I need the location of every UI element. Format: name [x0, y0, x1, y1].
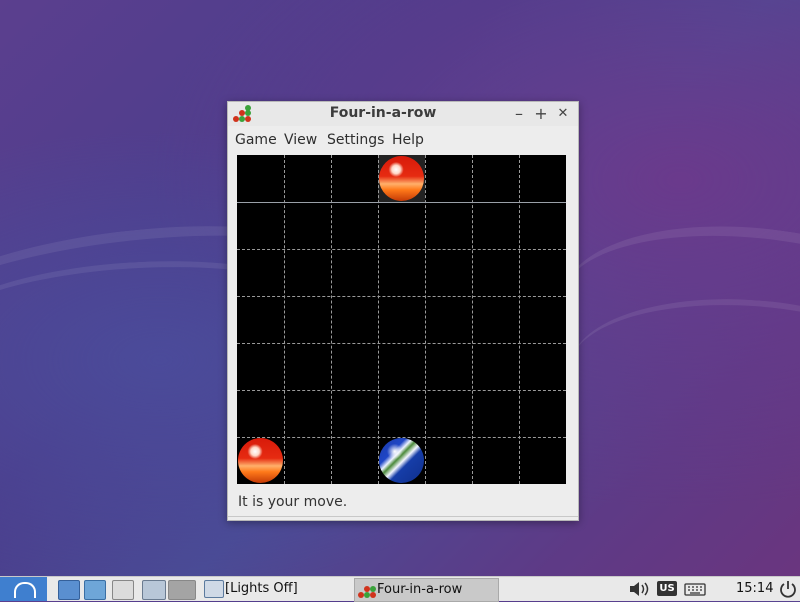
keyboard-icon[interactable] [684, 580, 706, 598]
game-board[interactable] [237, 155, 566, 484]
menu-help[interactable]: Help [392, 132, 424, 148]
menu-view[interactable]: View [284, 132, 317, 148]
file-manager-icon[interactable] [58, 580, 80, 600]
menu-game[interactable]: Game [235, 132, 277, 148]
grid-line-horizontal [237, 202, 566, 203]
red-piece [238, 438, 283, 483]
grid-line-vertical [519, 155, 520, 484]
menu-settings[interactable]: Settings [327, 132, 384, 148]
app-launcher-icon[interactable] [84, 580, 106, 600]
game-window: Four-in-a-row – + ✕ Game View Settings H… [227, 101, 579, 521]
title-bar[interactable]: Four-in-a-row – + ✕ [228, 102, 578, 126]
start-logo-icon [14, 582, 36, 598]
red-piece [379, 156, 424, 201]
window-title: Four-in-a-row [329, 105, 437, 121]
show-desktop-icon[interactable] [112, 580, 134, 600]
grid-line-vertical [284, 155, 285, 484]
task-four-in-a-row[interactable]: Four-in-a-row [354, 578, 499, 602]
task-label: [Lights Off] [225, 581, 298, 596]
grid-line-vertical [472, 155, 473, 484]
statusbar-divider [228, 516, 578, 520]
workspace-1-button[interactable] [142, 580, 166, 600]
task-lights-off[interactable]: [Lights Off] [202, 578, 347, 600]
grid-line-horizontal [237, 390, 566, 391]
grid-line-horizontal [237, 343, 566, 344]
status-message: It is your move. [238, 494, 348, 510]
grid-line-horizontal [237, 296, 566, 297]
four-in-a-row-app-icon [358, 581, 378, 599]
window-icon [204, 580, 224, 598]
taskbar: [Lights Off] Four-in-a-row US 15:14 [0, 576, 800, 602]
grid-line-vertical [378, 155, 379, 484]
menu-bar: Game View Settings Help [228, 128, 578, 152]
minimize-button[interactable]: – [509, 104, 529, 124]
task-label: Four-in-a-row [377, 582, 463, 597]
start-menu-button[interactable] [0, 577, 47, 601]
grid-line-vertical [331, 155, 332, 484]
grid-line-horizontal [237, 249, 566, 250]
volume-icon[interactable] [628, 580, 650, 598]
maximize-button[interactable]: + [531, 104, 551, 124]
power-icon[interactable] [778, 580, 798, 598]
blue-piece [379, 438, 424, 483]
keyboard-layout-indicator[interactable]: US [657, 581, 677, 596]
clock[interactable]: 15:14 [736, 581, 773, 596]
workspace-2-button[interactable] [168, 580, 196, 600]
close-button[interactable]: ✕ [553, 104, 573, 124]
grid-line-vertical [425, 155, 426, 484]
